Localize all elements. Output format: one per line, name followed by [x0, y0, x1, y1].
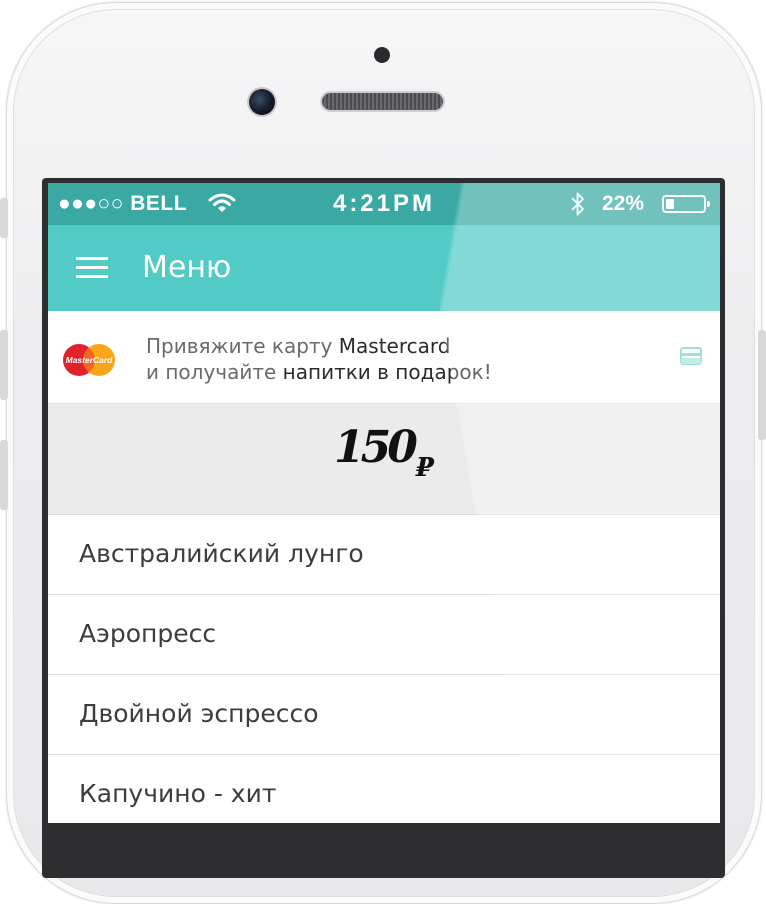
- price-label: 150₽: [48, 422, 720, 483]
- menu-item[interactable]: Капучино - хит: [48, 755, 720, 823]
- side-button-power: [758, 330, 766, 440]
- menu-item-label: Австралийский лунго: [79, 539, 364, 568]
- battery-nub: [707, 201, 710, 207]
- promo-line-2-bold: напитки в подарок!: [282, 360, 492, 384]
- svg-text:MasterCard: MasterCard: [66, 355, 114, 365]
- currency-symbol: ₽: [415, 453, 434, 483]
- battery-percent: 22%: [602, 192, 645, 215]
- page-title: Меню: [142, 250, 232, 285]
- menu-list: Австралийский лунго Аэропресс Двойной эспр…: [48, 515, 720, 823]
- price-amount: 150: [334, 422, 418, 473]
- promo-line-1-prefix: Привяжите карту: [146, 334, 339, 358]
- menu-item-label: Капучино - хит: [79, 779, 277, 808]
- battery-icon: [662, 195, 710, 213]
- side-button-mute: [0, 198, 8, 238]
- menu-item[interactable]: Двойной эспрессо: [48, 675, 720, 755]
- bluetooth-icon: [570, 191, 586, 222]
- app-display: ●●●○○ BELL 4:21PM 22% Меню MasterCard Пр…: [48, 183, 720, 823]
- promo-line-2-prefix: и получайте: [146, 360, 283, 384]
- proximity-sensor: [374, 47, 390, 63]
- promo-line-1: Привяжите карту Mastercard: [146, 333, 492, 359]
- status-bar: ●●●○○ BELL 4:21PM 22%: [48, 183, 720, 225]
- mastercard-logo: MasterCard: [63, 344, 115, 376]
- menu-item[interactable]: Аэропресс: [48, 595, 720, 675]
- promo-text: Привяжите карту Mastercard и получайте н…: [146, 333, 492, 385]
- earpiece-speaker: [322, 93, 443, 110]
- hamburger-icon[interactable]: [76, 257, 108, 281]
- front-camera: [249, 89, 275, 115]
- side-button-volume-down: [0, 440, 8, 510]
- promo-line-2: и получайте напитки в подарок!: [146, 359, 492, 385]
- menu-item-label: Двойной эспрессо: [79, 699, 319, 728]
- promo-line-1-bold: Mastercard: [338, 334, 451, 358]
- price-banner: 150₽: [48, 404, 720, 515]
- side-button-volume-up: [0, 330, 8, 400]
- battery-fill: [666, 199, 674, 209]
- app-bar: Меню: [48, 225, 720, 311]
- menu-item[interactable]: Австралийский лунго: [48, 515, 720, 595]
- mastercard-promo-banner[interactable]: MasterCard Привяжите карту Mastercard и …: [48, 311, 720, 404]
- credit-card-icon[interactable]: [680, 347, 702, 365]
- menu-item-label: Аэропресс: [79, 619, 217, 648]
